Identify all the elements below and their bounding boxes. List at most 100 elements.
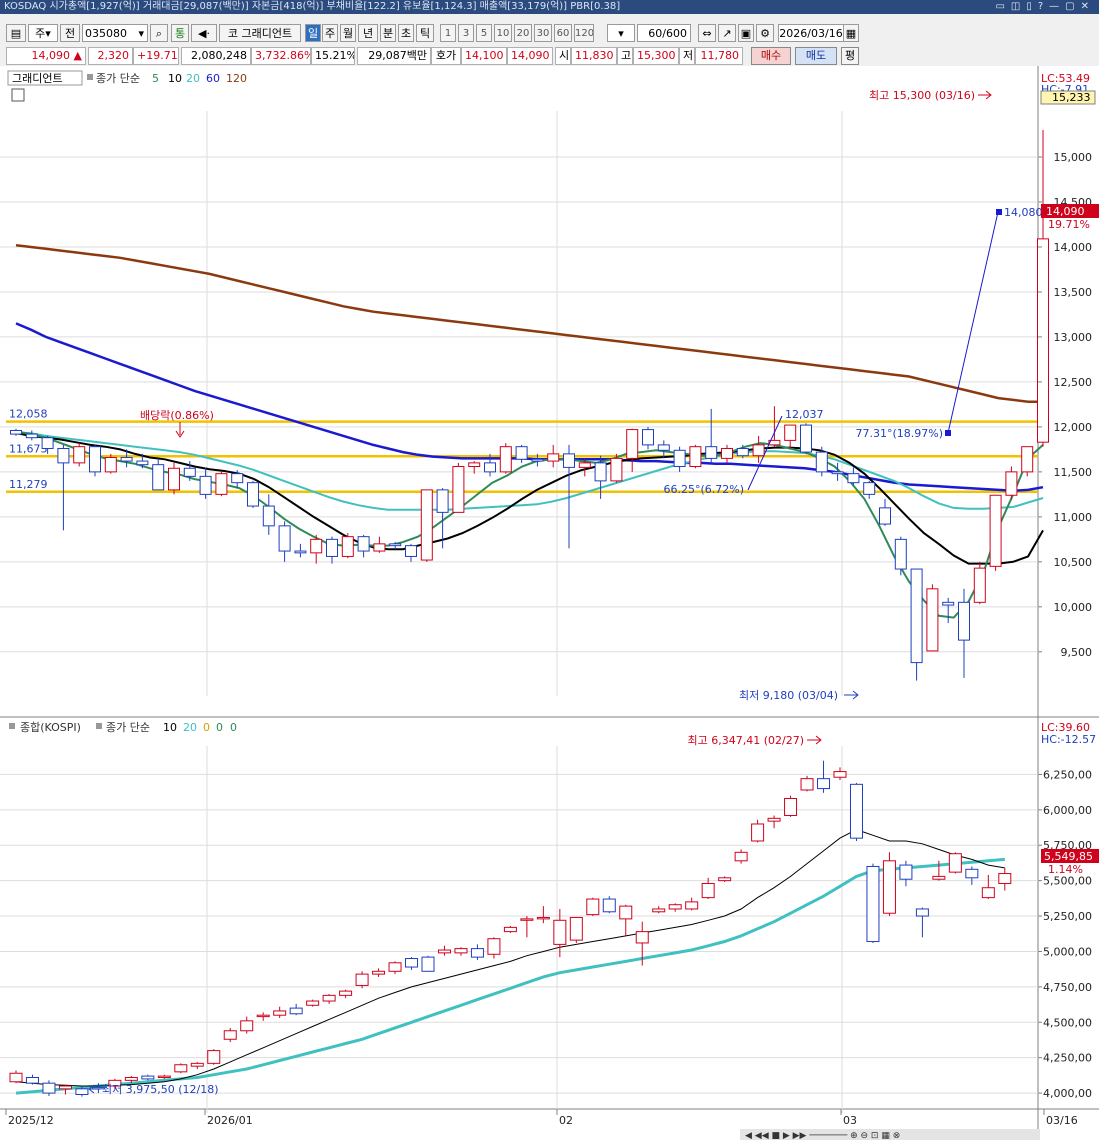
interval-button-7[interactable]: 120 (574, 24, 594, 42)
interval-dropdown[interactable]: ▾ (607, 24, 635, 42)
candle-body (273, 1010, 287, 1016)
code-input[interactable]: 035080 ▾ (82, 24, 148, 42)
candle (355, 971, 369, 989)
period-tab-1[interactable]: 주 (322, 24, 338, 42)
period-tab-0[interactable]: 일 (305, 24, 321, 42)
open-label: 시 (555, 47, 571, 65)
quote-bar: 14,090 ▲ 2,320 +19.71% 2,080,248 3,732.8… (0, 46, 1099, 66)
candle-body (25, 1077, 39, 1084)
zoom-icon[interactable]: ⇔ (698, 24, 716, 42)
candle-body (124, 1077, 138, 1081)
interval-button-1[interactable]: 3 (458, 24, 474, 42)
y-tick-label: 6,000,00 (1043, 804, 1092, 817)
trend-icon[interactable]: ↗ (718, 24, 736, 42)
candle-body (454, 948, 468, 954)
date-input[interactable]: 2026/03/16 (778, 24, 844, 42)
candle-body (357, 536, 370, 552)
indicator-button[interactable]: 코 그래디언트 (219, 24, 301, 42)
candle (341, 533, 354, 559)
tong-button[interactable]: 통 (171, 24, 189, 42)
candle-body (833, 771, 847, 778)
candle-body (104, 456, 117, 473)
interval-button-0[interactable]: 1 (440, 24, 456, 42)
pane2-legend: 종합(KOSPI) 종가 단순 10 20 0 0 0 (9, 721, 237, 734)
candle (689, 444, 702, 469)
period-tab-2[interactable]: 월 (340, 24, 356, 42)
candle (569, 916, 583, 943)
candle-body (520, 918, 534, 921)
volume-ratio: 3,732.86% (251, 47, 311, 65)
scroll-controls-icon[interactable]: ◀ ◀◀ ■ ▶ ▶▶ ─────── ⊕ ⊖ ⊡ ▦ ⊗ (745, 1131, 900, 1140)
period-tab-5[interactable]: 초 (398, 24, 414, 42)
chart-area[interactable]: 12,05811,67311,279 9,50010,00010,50011,0… (0, 66, 1099, 1140)
candle-body (752, 444, 765, 457)
candle (882, 852, 896, 917)
calendar-icon[interactable]: ▦ (843, 24, 859, 42)
trendline-1-end[interactable] (996, 209, 1002, 215)
interval-button-4[interactable]: 20 (514, 24, 532, 42)
legend-marker (87, 74, 93, 80)
x-tick-label: 03/16 (1046, 1114, 1078, 1127)
candle-body (932, 875, 946, 880)
eval-button[interactable]: 평 (841, 47, 859, 65)
candle-body (57, 447, 70, 464)
period-tab-6[interactable]: 틱 (416, 24, 434, 42)
candle-body (10, 429, 22, 435)
kospi-high-annotation: 최고 6,347,41 (02/27) (687, 734, 804, 747)
angle-2-label: 66.25°(6.72%) (663, 483, 744, 496)
candle-body (262, 505, 275, 527)
count-input[interactable]: 60/600 (637, 24, 691, 42)
y-tick-label: 5,000,00 (1043, 945, 1092, 958)
candle (89, 444, 101, 477)
period-tab-3[interactable]: 년 (358, 24, 378, 42)
candle-body (948, 853, 962, 873)
interval-button-5[interactable]: 30 (534, 24, 552, 42)
candle-body (847, 473, 860, 484)
candle (452, 462, 465, 513)
candle-body (499, 446, 512, 473)
interval-button-3[interactable]: 10 (494, 24, 512, 42)
candle-body (73, 446, 86, 464)
candle-body (1021, 446, 1034, 473)
point-2-label: 14,080 (1004, 206, 1043, 219)
layout-icon[interactable]: ▤ (6, 24, 26, 42)
candle-body (168, 467, 180, 491)
candle-body (326, 538, 338, 557)
candle-body (174, 1064, 188, 1073)
speaker-icon[interactable]: ◀‧ (191, 24, 217, 42)
legend-ma-b: 0 (216, 721, 223, 734)
support-line-label: 11,279 (9, 478, 48, 491)
candle-body (734, 851, 748, 862)
candle-body (882, 860, 896, 914)
type-select[interactable]: 주▾ (28, 24, 58, 42)
window-controls[interactable]: ▭◫▯?—▢✕ (995, 0, 1095, 13)
candle-body (215, 473, 228, 495)
candle-body (894, 538, 907, 570)
candle-body (721, 447, 733, 459)
candle-body (75, 1088, 89, 1096)
candle-body (942, 601, 955, 606)
buy-button[interactable]: 매수 (751, 47, 791, 65)
save-icon[interactable]: ▣ (738, 24, 754, 42)
candle-body (141, 1075, 155, 1080)
candle-body (815, 451, 828, 473)
tools-icon[interactable]: ⚙ (756, 24, 774, 42)
sell-button[interactable]: 매도 (795, 47, 837, 65)
candle-body (484, 462, 496, 473)
table-icon[interactable] (11, 88, 25, 102)
candle (894, 536, 907, 576)
candle-body (247, 482, 259, 507)
candle-body (152, 464, 165, 491)
search-icon[interactable]: ⌕ (150, 24, 168, 42)
prev-button[interactable]: 전 (60, 24, 80, 42)
candle (784, 795, 798, 817)
candle-body (736, 447, 749, 457)
interval-button-6[interactable]: 60 (554, 24, 572, 42)
trendline-1-start[interactable] (945, 430, 951, 436)
candle (306, 999, 320, 1007)
window-title-bar: KOSDAQ 시가총액[1,927(억)] 거래대금[29,087(백만)] 자… (0, 0, 1099, 14)
interval-button-2[interactable]: 5 (476, 24, 492, 42)
period-tab-4[interactable]: 분 (380, 24, 396, 42)
candle-body (421, 956, 435, 972)
candle (800, 775, 814, 792)
